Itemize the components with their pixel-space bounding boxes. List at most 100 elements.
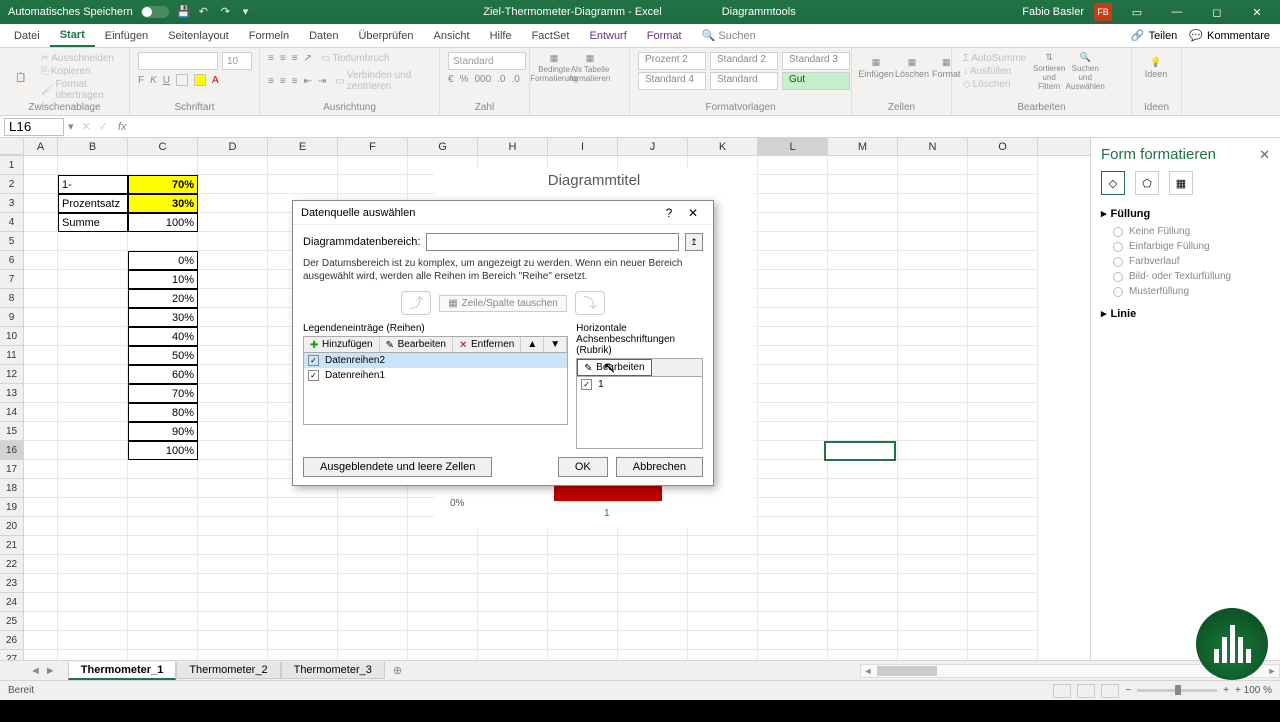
cell-L23[interactable] (758, 574, 828, 593)
cell-B19[interactable] (58, 498, 128, 517)
cell-N1[interactable] (898, 156, 968, 175)
align-center-icon[interactable]: ≡ (280, 76, 286, 87)
style-standard[interactable]: Standard (710, 72, 778, 90)
cell-M10[interactable] (828, 327, 898, 346)
cell-A6[interactable] (24, 251, 58, 270)
category-list[interactable]: ✓1 (576, 377, 703, 449)
cell-K26[interactable] (688, 631, 758, 650)
cell-M14[interactable] (828, 403, 898, 422)
cell-B27[interactable] (58, 650, 128, 660)
cell-D16[interactable] (198, 441, 268, 460)
cell-A15[interactable] (24, 422, 58, 441)
col-header-A[interactable]: A (24, 138, 58, 155)
cell-L13[interactable] (758, 384, 828, 403)
cell-J22[interactable] (618, 555, 688, 574)
cell-A9[interactable] (24, 308, 58, 327)
align-top-icon[interactable]: ≡ (268, 53, 274, 64)
page-break-view-icon[interactable] (1101, 684, 1119, 698)
cell-E21[interactable] (268, 536, 338, 555)
cell-I27[interactable] (548, 650, 618, 660)
cell-M3[interactable] (828, 194, 898, 213)
indent-inc-icon[interactable]: ⇥ (318, 76, 326, 87)
row-header-25[interactable]: 25 (0, 612, 24, 631)
cell-M27[interactable] (828, 650, 898, 660)
cell-F27[interactable] (338, 650, 408, 660)
row-header-22[interactable]: 22 (0, 555, 24, 574)
cell-C14[interactable]: 80% (128, 403, 198, 422)
task-pane-close-icon[interactable]: ✕ (1259, 147, 1270, 163)
cell-C2[interactable]: 70% (128, 175, 198, 194)
cell-L3[interactable] (758, 194, 828, 213)
decimal-dec-icon[interactable]: .0 (512, 74, 520, 85)
switch-row-column-button[interactable]: ▦ Zeile/Spalte tauschen (439, 295, 567, 312)
select-all-cell[interactable] (0, 138, 24, 155)
cell-O10[interactable] (968, 327, 1038, 346)
add-sheet-icon[interactable]: ⊕ (385, 664, 410, 677)
row-header-8[interactable]: 8 (0, 289, 24, 308)
cell-D8[interactable] (198, 289, 268, 308)
cell-N23[interactable] (898, 574, 968, 593)
cell-D6[interactable] (198, 251, 268, 270)
row-header-10[interactable]: 10 (0, 327, 24, 346)
cell-A13[interactable] (24, 384, 58, 403)
cell-B18[interactable] (58, 479, 128, 498)
cell-O14[interactable] (968, 403, 1038, 422)
cell-B1[interactable] (58, 156, 128, 175)
cell-G26[interactable] (408, 631, 478, 650)
tab-format[interactable]: Format (637, 26, 692, 46)
cell-H26[interactable] (478, 631, 548, 650)
cell-A27[interactable] (24, 650, 58, 660)
cell-O19[interactable] (968, 498, 1038, 517)
checkbox-icon[interactable]: ✓ (308, 355, 319, 366)
cell-D20[interactable] (198, 517, 268, 536)
row-header-6[interactable]: 6 (0, 251, 24, 270)
cell-M5[interactable] (828, 232, 898, 251)
cell-B24[interactable] (58, 593, 128, 612)
cell-L26[interactable] (758, 631, 828, 650)
col-header-E[interactable]: E (268, 138, 338, 155)
cell-B14[interactable] (58, 403, 128, 422)
cell-A8[interactable] (24, 289, 58, 308)
row-header-12[interactable]: 12 (0, 365, 24, 384)
cut-button[interactable]: ✂ Ausschneiden (38, 52, 121, 65)
cell-A10[interactable] (24, 327, 58, 346)
cell-E23[interactable] (268, 574, 338, 593)
cell-G25[interactable] (408, 612, 478, 631)
cell-A14[interactable] (24, 403, 58, 422)
cell-D12[interactable] (198, 365, 268, 384)
tab-daten[interactable]: Daten (299, 26, 348, 46)
cell-L1[interactable] (758, 156, 828, 175)
col-header-B[interactable]: B (58, 138, 128, 155)
clear-button[interactable]: ◇ Löschen (960, 78, 1029, 91)
sheet-nav-next-icon[interactable]: ► (45, 665, 56, 677)
cell-C15[interactable]: 90% (128, 422, 198, 441)
border-icon[interactable] (176, 74, 188, 86)
cell-B7[interactable] (58, 270, 128, 289)
cell-O24[interactable] (968, 593, 1038, 612)
cell-N16[interactable] (898, 441, 968, 460)
cell-D18[interactable] (198, 479, 268, 498)
cell-N21[interactable] (898, 536, 968, 555)
cell-A3[interactable] (24, 194, 58, 213)
cell-C4[interactable]: 100% (128, 213, 198, 232)
cell-I21[interactable] (548, 536, 618, 555)
cell-G27[interactable] (408, 650, 478, 660)
font-family-dropdown[interactable] (138, 52, 218, 70)
col-header-I[interactable]: I (548, 138, 618, 155)
cell-N3[interactable] (898, 194, 968, 213)
row-header-11[interactable]: 11 (0, 346, 24, 365)
cell-C20[interactable] (128, 517, 198, 536)
hidden-empty-cells-button[interactable]: Ausgeblendete und leere Zellen (303, 457, 492, 477)
formula-input[interactable] (133, 118, 1280, 136)
normal-view-icon[interactable] (1053, 684, 1071, 698)
row-header-3[interactable]: 3 (0, 194, 24, 213)
chart-data-range-input[interactable] (426, 233, 679, 251)
cell-D15[interactable] (198, 422, 268, 441)
cell-L10[interactable] (758, 327, 828, 346)
cell-I23[interactable] (548, 574, 618, 593)
cell-N17[interactable] (898, 460, 968, 479)
cell-O4[interactable] (968, 213, 1038, 232)
col-header-J[interactable]: J (618, 138, 688, 155)
cell-M7[interactable] (828, 270, 898, 289)
indent-dec-icon[interactable]: ⇤ (304, 76, 312, 87)
